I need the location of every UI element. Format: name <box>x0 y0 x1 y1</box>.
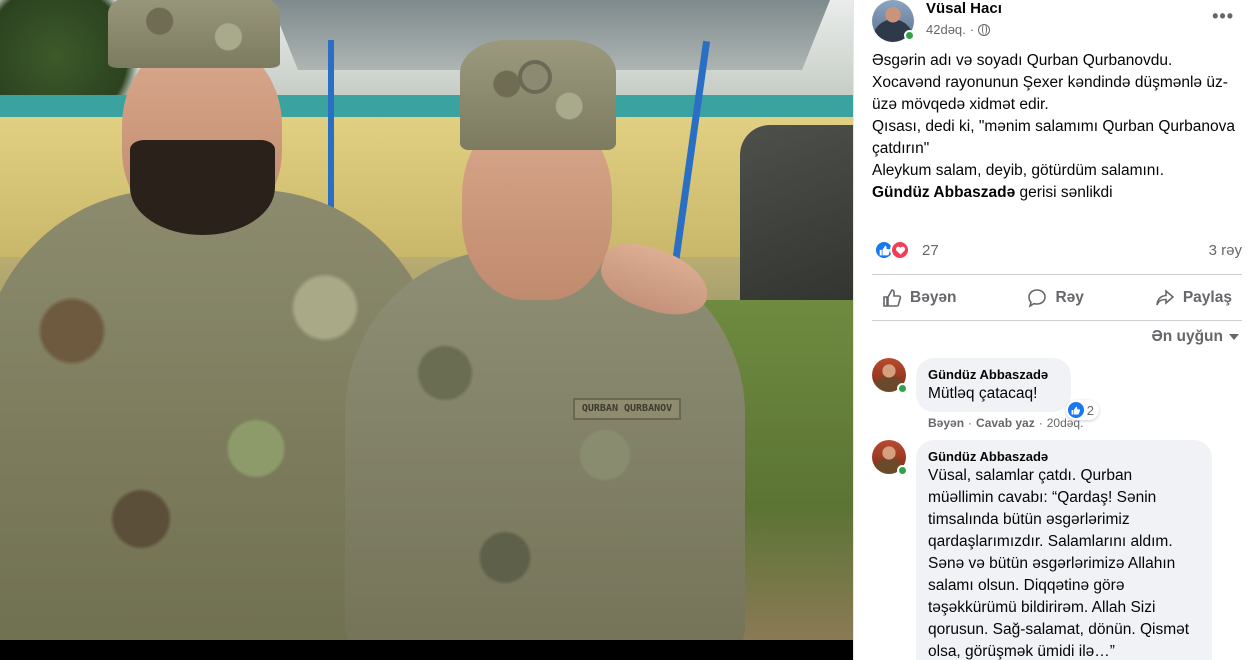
share-button-label: Paylaş <box>1182 289 1232 306</box>
post-text-suffix: gerisi sənlikdi <box>1015 184 1113 201</box>
photo-bottom-bar <box>0 640 853 660</box>
love-reaction-icon <box>890 240 910 260</box>
comment-count[interactable]: 3 rəy <box>1209 242 1242 259</box>
more-options-icon[interactable]: ••• <box>1212 6 1234 27</box>
comment-bubble: Gündüz Abbaszadə Vüsal, salamlar çatdı. … <box>916 440 1212 660</box>
comment-actions: Bəyən · Cavab yaz · 20dəq. <box>928 416 1084 430</box>
facebook-photo-viewer: QURBAN QURBANOV Vüsal Hacı 42dəq. · ••• … <box>0 0 1253 660</box>
commenter-name[interactable]: Gündüz Abbaszadə <box>928 448 1200 465</box>
post-text-line: Əsgərin adı və soyadı Qurban Qurbanovdu. <box>872 52 1173 69</box>
comment-button[interactable]: Rəy <box>1017 282 1093 314</box>
post-side-panel: Vüsal Hacı 42dəq. · ••• Əsgərin adı və s… <box>853 0 1253 660</box>
comment-sort-dropdown[interactable]: Ən uyğun <box>1151 328 1239 346</box>
photo-cap-left <box>108 0 280 68</box>
comment-reply-link[interactable]: Cavab yaz <box>976 416 1035 430</box>
mention-link[interactable]: Gündüz Abbaszadə <box>872 184 1015 201</box>
author-name[interactable]: Vüsal Hacı <box>926 0 1002 17</box>
online-status-icon <box>897 383 908 394</box>
photo-nametag-text: QURBAN QURBANOV <box>581 403 673 414</box>
comment-text: Vüsal, salamlar çatdı. Qurban müəllimin … <box>928 467 1190 660</box>
photo-cap-right <box>460 40 616 150</box>
thumbs-up-icon <box>883 289 902 307</box>
photo-beard <box>130 140 275 235</box>
comment-like-link[interactable]: Bəyən <box>928 416 964 430</box>
post-photo[interactable]: QURBAN QURBANOV <box>0 0 853 640</box>
caret-down-icon <box>1229 334 1239 340</box>
sort-label: Ən uyğun <box>1151 328 1223 345</box>
photo-cap-badge <box>518 60 552 94</box>
post-actions: Bəyən Rəy Paylaş <box>872 278 1242 318</box>
post-text-line: Qısası, dedi ki, "mənim salamımı Qurban … <box>872 118 1236 157</box>
comment-icon <box>1028 289 1047 308</box>
comment-item: Gündüz Abbaszadə Mütləq çatacaq! 2 Bəyən… <box>872 358 1242 438</box>
divider <box>872 320 1242 321</box>
commenter-name[interactable]: Gündüz Abbaszadə <box>928 366 1059 383</box>
reaction-count[interactable]: 27 <box>922 242 939 259</box>
like-button-label: Bəyən <box>910 289 957 306</box>
photo-pole <box>328 40 334 220</box>
divider <box>872 274 1242 275</box>
post-text-line: Aleykum salam, deyib, götürdüm salamını. <box>872 162 1165 179</box>
share-button[interactable]: Paylaş <box>1145 282 1242 314</box>
reactions-summary: 27 3 rəy <box>872 238 1242 266</box>
share-icon <box>1156 289 1175 306</box>
photo-nametag: QURBAN QURBANOV <box>573 398 681 420</box>
comment-item: Gündüz Abbaszadə Vüsal, salamlar çatdı. … <box>872 440 1242 660</box>
reaction-icons[interactable] <box>874 240 910 260</box>
comment-time[interactable]: 20dəq. <box>1047 416 1084 430</box>
like-button[interactable]: Bəyən <box>872 282 967 314</box>
comment-button-label: Rəy <box>1055 289 1084 306</box>
post-text: Əsgərin adı və soyadı Qurban Qurbanovdu.… <box>872 50 1242 204</box>
comment-text: Mütləq çatacaq! <box>928 385 1038 402</box>
post-time[interactable]: 42dəq. <box>926 22 966 37</box>
online-status-icon <box>904 30 915 41</box>
comment-bubble: Gündüz Abbaszadə Mütləq çatacaq! 2 <box>916 358 1099 420</box>
online-status-icon <box>897 465 908 476</box>
post-meta: 42dəq. · <box>926 22 991 37</box>
post-text-line: Xocavənd rayonunun Şexer kəndində düşmən… <box>872 74 1228 113</box>
globe-icon[interactable] <box>978 23 991 36</box>
post-header: Vüsal Hacı 42dəq. · ••• <box>872 0 1242 46</box>
comment-reaction-count: 2 <box>1086 402 1094 418</box>
